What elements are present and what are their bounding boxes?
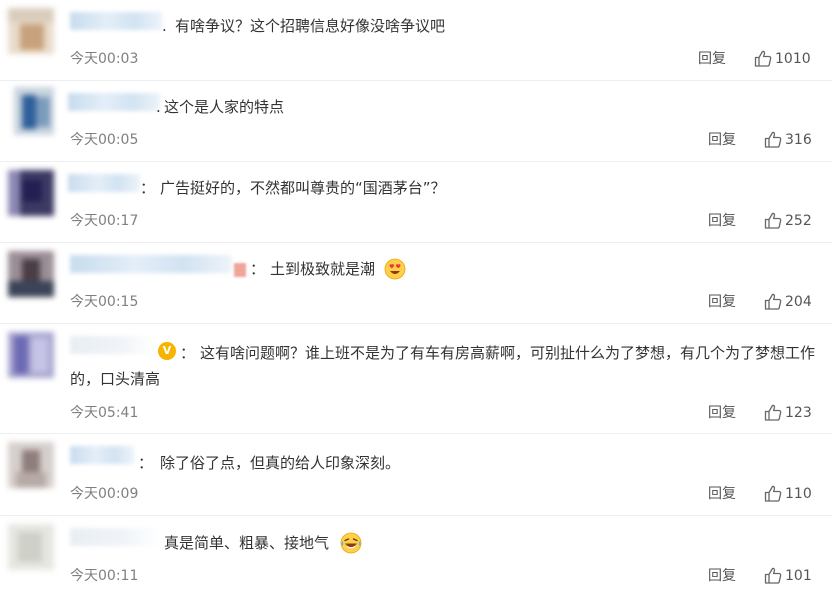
comment-text: 真是简单、粗暴、接地气 xyxy=(164,534,330,552)
reply-button[interactable]: 回复 xyxy=(708,210,736,230)
comment-time: 今天05:41 xyxy=(70,405,139,421)
name-separator: . xyxy=(156,98,161,116)
comment-text: 有啥争议？这个招聘信息好像没啥争议吧 xyxy=(175,17,446,35)
like-button[interactable]: 1010 xyxy=(754,50,811,67)
name-separator: ： xyxy=(138,454,154,472)
comment-time: 今天00:11 xyxy=(70,568,139,584)
comment-time: 今天00:15 xyxy=(70,294,139,310)
thumbs-up-icon xyxy=(764,567,782,584)
avatar[interactable] xyxy=(14,87,54,135)
like-count: 1010 xyxy=(775,50,811,67)
comment-text: 这有啥问题啊？谁上班不是为了有车有房高薪啊，可别扯什么为了梦想，有几个为了梦想工… xyxy=(70,344,816,388)
avatar[interactable] xyxy=(8,8,54,54)
like-button[interactable]: 101 xyxy=(764,567,812,584)
thumbs-up-icon xyxy=(764,212,782,229)
username-blurred[interactable] xyxy=(70,12,162,30)
like-count: 252 xyxy=(785,212,812,229)
name-separator: . xyxy=(162,17,167,35)
comment-time: 今天00:09 xyxy=(70,486,139,502)
like-button[interactable]: 316 xyxy=(764,131,812,148)
like-count: 204 xyxy=(785,293,812,310)
comment-item: ： 土到极致就是潮 今天00:15 回复 204 xyxy=(0,243,832,324)
username-blurred[interactable] xyxy=(68,93,160,111)
like-button[interactable]: 123 xyxy=(764,404,812,421)
username-blurred[interactable] xyxy=(70,528,160,546)
like-count: 101 xyxy=(785,567,812,584)
avatar[interactable] xyxy=(8,332,54,378)
name-separator: ： xyxy=(140,179,156,197)
username-blurred[interactable] xyxy=(68,174,140,192)
name-separator: ： xyxy=(250,260,266,278)
comment-text: 这个是人家的特点 xyxy=(164,98,285,116)
comment-text: 土到极致就是潮 xyxy=(270,260,376,278)
like-button[interactable]: 252 xyxy=(764,212,812,229)
comment-item: V ： 这有啥问题啊？谁上班不是为了有车有房高薪啊，可别扯什么为了梦想，有几个为… xyxy=(0,324,832,434)
username-blurred[interactable] xyxy=(70,446,134,464)
comment-time: 今天00:03 xyxy=(70,51,139,67)
thumbs-up-icon xyxy=(764,131,782,148)
like-button[interactable]: 110 xyxy=(764,485,812,502)
thumbs-up-icon xyxy=(764,404,782,421)
reply-button[interactable]: 回复 xyxy=(708,402,736,422)
like-count: 316 xyxy=(785,131,812,148)
thumbs-up-icon xyxy=(764,293,782,310)
thumbs-up-icon xyxy=(764,485,782,502)
reply-button[interactable]: 回复 xyxy=(698,48,726,68)
like-count: 123 xyxy=(785,404,812,421)
comment-item: . 有啥争议？这个招聘信息好像没啥争议吧 今天00:03 回复 1010 xyxy=(0,0,832,81)
comment-item: 真是简单、粗暴、接地气 今天00:11 回复 101 xyxy=(0,516,832,601)
like-button[interactable]: 204 xyxy=(764,293,812,310)
laughing-tears-emoji-icon xyxy=(340,532,362,554)
reply-button[interactable]: 回复 xyxy=(708,129,736,149)
reply-button[interactable]: 回复 xyxy=(708,291,736,311)
avatar[interactable] xyxy=(8,524,54,570)
reply-button[interactable]: 回复 xyxy=(708,483,736,503)
avatar[interactable] xyxy=(8,442,54,488)
comment-time: 今天00:05 xyxy=(70,132,139,148)
comment-item: . 这个是人家的特点 今天00:05 回复 316 xyxy=(0,81,832,162)
comment-item: ： 广告挺好的，不然都叫尊贵的“国酒茅台”？ 今天00:17 回复 252 xyxy=(0,162,832,243)
like-count: 110 xyxy=(785,485,812,502)
avatar[interactable] xyxy=(8,251,54,297)
avatar[interactable] xyxy=(8,170,54,216)
reply-button[interactable]: 回复 xyxy=(708,565,736,585)
thumbs-up-icon xyxy=(754,50,772,67)
heart-eyes-emoji-icon xyxy=(384,258,406,280)
username-emoji-blurred xyxy=(234,263,246,277)
comment-text: 广告挺好的，不然都叫尊贵的“国酒茅台”？ xyxy=(160,179,446,197)
comment-time: 今天00:17 xyxy=(70,213,139,229)
comment-list: . 有啥争议？这个招聘信息好像没啥争议吧 今天00:03 回复 1010 . 这… xyxy=(0,0,832,601)
username-blurred[interactable] xyxy=(70,255,232,273)
comment-text: 除了俗了点，但真的给人印象深刻。 xyxy=(160,454,401,472)
comment-item: ： 除了俗了点，但真的给人印象深刻。 今天00:09 回复 110 xyxy=(0,434,832,516)
